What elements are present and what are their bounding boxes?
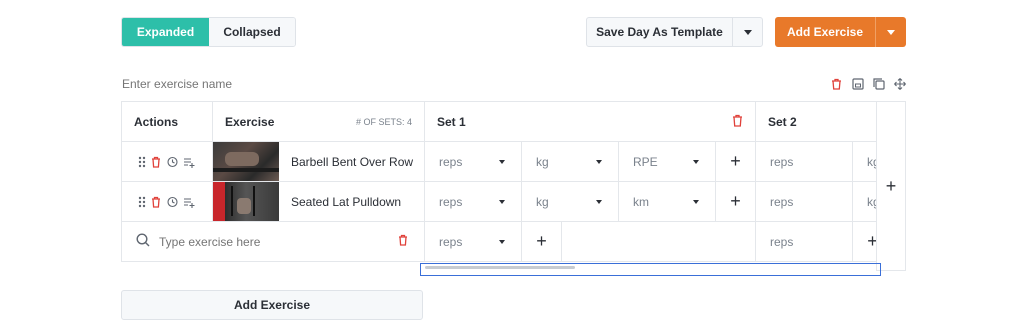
copy-icon[interactable] (872, 77, 885, 90)
playlist-add-icon[interactable] (183, 196, 195, 208)
save-icon[interactable] (851, 77, 864, 90)
view-toggle: Expanded Collapsed (121, 17, 296, 47)
select-value: reps (770, 194, 794, 209)
row-actions-cell (122, 182, 213, 222)
trash-icon[interactable] (830, 77, 843, 90)
trash-icon[interactable] (398, 234, 408, 249)
reps-select[interactable]: reps (425, 142, 522, 182)
exercise-name: Seated Lat Pulldown (291, 194, 402, 209)
select-value: reps (439, 194, 463, 209)
add-exercise-bottom-button[interactable]: Add Exercise (121, 290, 423, 320)
caret-down-icon (596, 199, 602, 204)
search-icon (136, 233, 150, 250)
select-value: kg (536, 154, 549, 169)
exercise-table: Actions Exercise # OF SETS: 4 Set 1 Set … (121, 101, 877, 262)
plus-icon: + (536, 231, 547, 251)
add-column-button[interactable]: + (716, 182, 756, 222)
select-value: kg (536, 194, 549, 209)
caret-down-icon (499, 199, 505, 204)
kg-select[interactable]: kg (522, 142, 619, 182)
drag-handle-icon[interactable] (138, 156, 146, 168)
actions-header: Actions (122, 102, 213, 142)
trash-icon[interactable] (151, 196, 161, 208)
select-value: reps (439, 234, 463, 249)
set2-reps-select[interactable]: reps (756, 142, 853, 182)
move-icon[interactable] (893, 77, 906, 90)
exercise-cell[interactable]: Seated Lat Pulldown (213, 182, 425, 222)
kg-select[interactable]: kg (522, 182, 619, 222)
history-icon[interactable] (166, 196, 178, 208)
exercise-cell[interactable]: Barbell Bent Over Row (213, 142, 425, 182)
rpe-select[interactable]: RPE (619, 142, 716, 182)
reps-select[interactable]: reps (425, 182, 522, 222)
save-template-button[interactable]: Save Day As Template (587, 18, 733, 46)
select-value: reps (439, 154, 463, 169)
playlist-add-icon[interactable] (183, 156, 195, 168)
exercise-thumbnail (213, 142, 279, 181)
row-actions-cell (122, 142, 213, 182)
exercise-header: Exercise # OF SETS: 4 (213, 102, 425, 142)
caret-down-icon (887, 29, 895, 35)
add-exercise-button[interactable]: Add Exercise (775, 17, 876, 47)
add-exercise-group: Add Exercise (775, 17, 906, 47)
add-exercise-dropdown[interactable] (876, 17, 906, 47)
add-column-button[interactable]: + (522, 222, 562, 262)
save-template-dropdown[interactable] (733, 18, 762, 46)
caret-down-icon (499, 159, 505, 164)
add-set-button[interactable]: + (876, 101, 906, 271)
set2-reps-select[interactable]: reps (756, 182, 853, 222)
select-value: RPE (633, 154, 658, 169)
collapsed-toggle[interactable]: Collapsed (209, 18, 295, 46)
exercise-thumbnail (213, 182, 279, 221)
set1-header: Set 1 (425, 102, 756, 142)
set2-header: Set 2 (756, 102, 877, 142)
sets-count: # OF SETS: 4 (355, 116, 412, 127)
empty-cell (562, 222, 756, 262)
exercise-header-label: Exercise (225, 114, 275, 129)
history-icon[interactable] (166, 156, 178, 168)
plus-icon: + (730, 191, 741, 211)
set2-kg-select[interactable]: kg (853, 142, 877, 182)
trash-icon[interactable] (151, 156, 161, 168)
horizontal-scrollbar[interactable] (420, 263, 881, 276)
table-tools (830, 77, 906, 90)
set2-kg-select[interactable]: kg (853, 182, 877, 222)
set2-reps-select[interactable]: reps (756, 222, 853, 262)
caret-down-icon (499, 239, 505, 244)
caret-down-icon (743, 29, 752, 35)
type-exercise-input[interactable] (159, 234, 359, 249)
trash-icon[interactable] (732, 114, 743, 130)
set1-label: Set 1 (437, 114, 466, 129)
scrollbar-thumb[interactable] (425, 266, 575, 269)
new-exercise-cell[interactable] (122, 222, 425, 262)
expanded-toggle[interactable]: Expanded (122, 18, 209, 46)
km-select[interactable]: km (619, 182, 716, 222)
select-value: reps (770, 154, 794, 169)
caret-down-icon (596, 159, 602, 164)
drag-handle-icon[interactable] (138, 196, 146, 208)
plus-icon: + (730, 151, 741, 171)
reps-select[interactable]: reps (425, 222, 522, 262)
save-template-group: Save Day As Template (586, 17, 763, 47)
select-value: km (633, 194, 649, 209)
select-value: reps (770, 234, 794, 249)
caret-down-icon (693, 199, 699, 204)
add-column-button[interactable]: + (853, 222, 877, 262)
exercise-name: Barbell Bent Over Row (291, 154, 414, 169)
plus-icon: + (885, 175, 897, 196)
caret-down-icon (693, 159, 699, 164)
add-column-button[interactable]: + (716, 142, 756, 182)
exercise-name-input[interactable] (122, 76, 422, 92)
